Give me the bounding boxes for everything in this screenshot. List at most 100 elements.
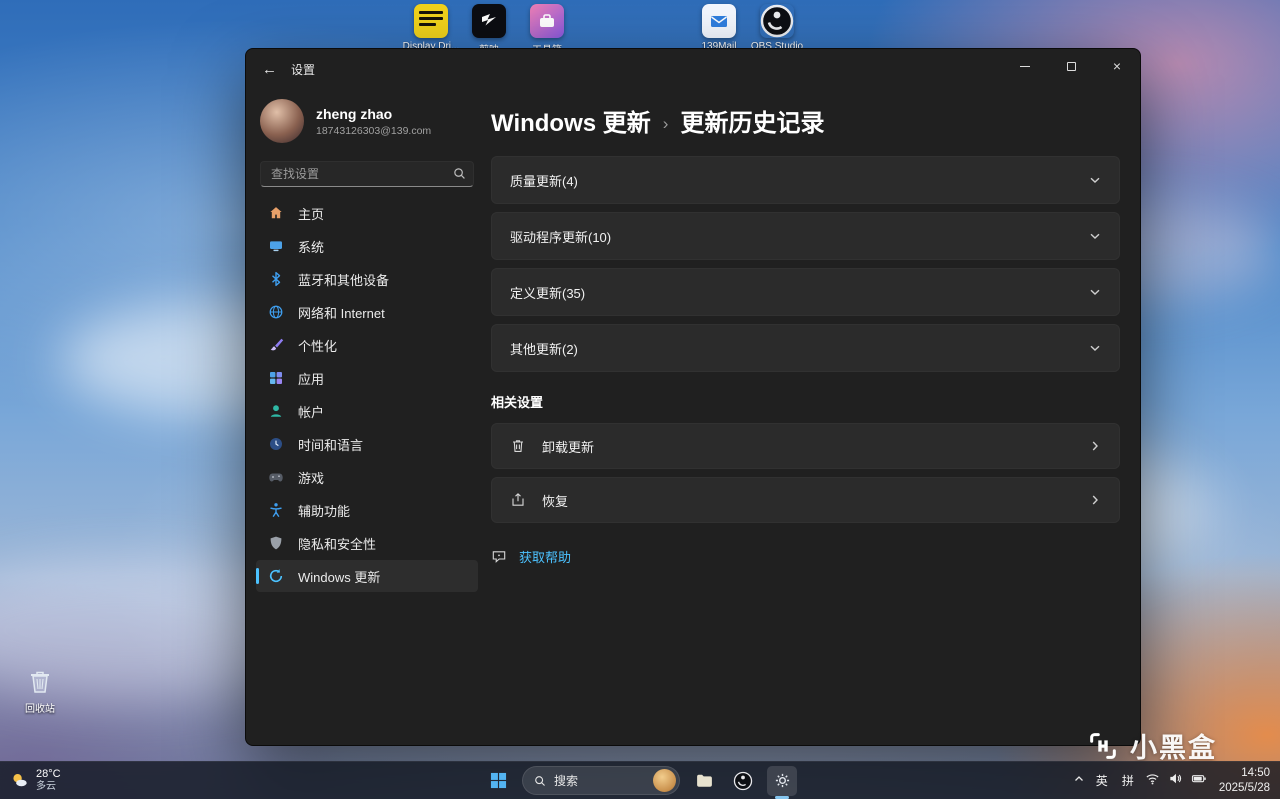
search-icon — [453, 167, 466, 185]
back-button[interactable]: ← — [262, 61, 277, 78]
close-icon: × — [1112, 58, 1122, 74]
user-email: 18743126303@139.com — [316, 124, 432, 137]
clock[interactable]: 14:50 2025/5/28 — [1219, 766, 1270, 795]
desktop-icon-recycle-bin[interactable]: 回收站 — [8, 666, 72, 715]
heybox-logo-icon — [1090, 732, 1116, 759]
sidebar-item-apps[interactable]: 应用 — [256, 362, 478, 394]
obs-icon — [760, 4, 794, 38]
chevron-right-icon — [1092, 441, 1098, 451]
chevron-right-icon — [1092, 495, 1098, 505]
sidebar-item-label: 蓝牙和其他设备 — [298, 272, 390, 288]
weather-temp: 28°C — [36, 767, 61, 780]
shield-icon — [270, 536, 282, 550]
uninstall-updates-row[interactable]: 卸载更新 — [491, 423, 1120, 469]
sidebar-item-personalization[interactable]: 个性化 — [256, 329, 478, 361]
maximize-icon — [1066, 61, 1076, 71]
desktop-icon-ddu[interactable]: Display Dri... — [398, 4, 464, 52]
sidebar-item-accessibility[interactable]: 辅助功能 — [256, 494, 478, 526]
settings-nav: 主页 系统 蓝牙和其他设备 网络和 Internet 个性化 应用 帐户 时间和… — [256, 197, 478, 592]
apps-icon — [270, 372, 282, 384]
windows-update-icon — [269, 569, 283, 583]
recovery-row[interactable]: 恢复 — [491, 477, 1120, 523]
sidebar-item-time-language[interactable]: 时间和语言 — [256, 428, 478, 460]
search-input[interactable] — [260, 161, 474, 187]
maximize-button[interactable] — [1048, 49, 1094, 83]
help-icon — [492, 550, 506, 563]
settings-sidebar: zheng zhao 18743126303@139.com 主页 系统 — [246, 89, 488, 745]
toolbox-icon — [530, 4, 564, 38]
window-title: 设置 — [291, 62, 316, 77]
start-button[interactable] — [483, 766, 513, 796]
desktop-icon-139mail[interactable]: 139Mail — [686, 4, 752, 52]
taskbar-search[interactable]: 搜索 — [522, 766, 680, 795]
expander-definition-updates[interactable]: 定义更新(35) — [491, 268, 1120, 316]
get-help-link[interactable]: 获取帮助 — [491, 547, 1120, 566]
breadcrumb-root[interactable]: Windows 更新 — [491, 103, 651, 138]
sidebar-item-privacy[interactable]: 隐私和安全性 — [256, 527, 478, 559]
battery-icon[interactable] — [1191, 771, 1207, 791]
sidebar-item-home[interactable]: 主页 — [256, 197, 478, 229]
user-profile[interactable]: zheng zhao 18743126303@139.com — [260, 99, 474, 143]
watermark: 小黑盒 — [1086, 726, 1217, 765]
obs-icon — [733, 771, 753, 790]
taskbar-app-obs[interactable] — [728, 766, 758, 796]
sidebar-item-label: Windows 更新 — [298, 569, 381, 585]
related-item-label: 卸载更新 — [542, 439, 595, 455]
breadcrumb: Windows 更新 › 更新历史记录 — [491, 103, 1120, 138]
tray-chevron-up-icon[interactable] — [1073, 772, 1085, 790]
chevron-down-icon — [1090, 345, 1100, 351]
taskbar-app-settings[interactable] — [767, 765, 797, 799]
search-icon — [535, 775, 545, 786]
recycle-bin-label: 回收站 — [25, 704, 55, 715]
recycle-bin-icon — [31, 671, 49, 693]
sidebar-item-windows-update[interactable]: Windows 更新 — [256, 560, 478, 592]
system-icon — [270, 241, 282, 252]
sidebar-item-label: 游戏 — [298, 470, 325, 486]
ime-mode-indicator[interactable]: 拼 — [1119, 770, 1137, 791]
sidebar-item-label: 系统 — [298, 239, 325, 255]
language-indicator[interactable]: 英 — [1093, 770, 1111, 791]
windows-logo-icon — [490, 772, 506, 789]
expander-label: 其他更新(2) — [510, 341, 578, 357]
watermark-text: 小黑盒 — [1130, 733, 1217, 763]
close-button[interactable]: × — [1094, 49, 1140, 83]
expander-label: 驱动程序更新(10) — [510, 229, 612, 245]
volume-icon[interactable] — [1168, 771, 1183, 791]
weather-icon — [13, 774, 27, 787]
titlebar: ← 设置 × — [246, 49, 1140, 89]
weather-condition: 多云 — [36, 781, 56, 793]
minimize-icon — [1020, 65, 1030, 67]
wifi-icon[interactable] — [1145, 771, 1160, 791]
sidebar-item-accounts[interactable]: 帐户 — [256, 395, 478, 427]
sidebar-item-gaming[interactable]: 游戏 — [256, 461, 478, 493]
widgets-button[interactable]: 28°C 多云 — [10, 762, 61, 799]
sidebar-item-network[interactable]: 网络和 Internet — [256, 296, 478, 328]
sidebar-item-system[interactable]: 系统 — [256, 230, 478, 262]
user-name: zheng zhao — [316, 105, 393, 122]
sidebar-item-label: 辅助功能 — [298, 503, 351, 519]
page-title: 更新历史记录 — [680, 110, 825, 137]
gamepad-icon — [269, 473, 283, 482]
tray-date: 2025/5/28 — [1218, 781, 1270, 794]
sidebar-item-label: 帐户 — [298, 404, 325, 420]
expander-driver-updates[interactable]: 驱动程序更新(10) — [491, 212, 1120, 260]
settings-search — [260, 161, 474, 187]
expander-label: 质量更新(4) — [510, 173, 578, 189]
ddu-icon — [414, 4, 448, 38]
clock-icon — [270, 438, 282, 450]
network-icon — [269, 305, 283, 319]
settings-main: Windows 更新 › 更新历史记录 质量更新(4) 驱动程序更新(10) 定… — [488, 89, 1140, 745]
taskbar-app-files[interactable] — [689, 766, 719, 796]
taskbar: 28°C 多云 搜索 英 拼 14:50 2025/5/28 — [0, 761, 1280, 799]
sidebar-item-label: 个性化 — [298, 338, 338, 354]
sidebar-item-bluetooth[interactable]: 蓝牙和其他设备 — [256, 263, 478, 295]
settings-window: ← 设置 × zheng zhao 18743126303@139.com 查找… — [245, 48, 1141, 746]
capcut-icon — [472, 4, 506, 38]
sidebar-item-label: 应用 — [298, 371, 325, 387]
expander-quality-updates[interactable]: 质量更新(4) — [491, 156, 1120, 204]
expander-other-updates[interactable]: 其他更新(2) — [491, 324, 1120, 372]
desktop-icon-obs[interactable]: OBS Studio — [744, 4, 810, 52]
minimize-button[interactable] — [1002, 49, 1048, 83]
mail-icon — [702, 4, 736, 38]
related-item-label: 恢复 — [542, 493, 569, 509]
